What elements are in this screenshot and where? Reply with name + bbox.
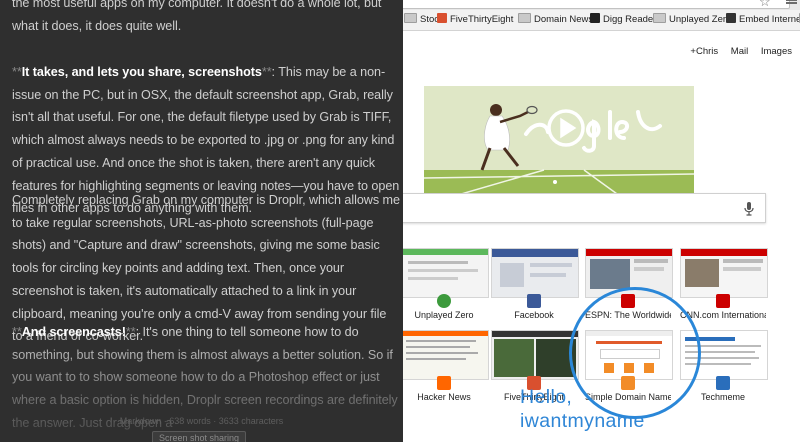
url-bar[interactable] — [403, 0, 790, 9]
most-visited-tile[interactable]: CNN.com International - B... — [680, 248, 768, 320]
tile-thumbnail — [403, 248, 489, 298]
google-top-links: +Chris Mail Images — [680, 46, 792, 57]
bookmark-unplayed-zero[interactable]: Unplayed Zero — [653, 13, 731, 27]
folder-icon — [404, 13, 417, 23]
markdown-bold-marker: ** — [125, 325, 136, 339]
microphone-icon[interactable] — [743, 201, 755, 217]
mail-link[interactable]: Mail — [731, 46, 748, 57]
markdown-bold-marker: ** — [261, 65, 272, 79]
markdown-bold-marker: ** — [12, 325, 22, 339]
annotation-text: Hello, iwantmyname — [520, 386, 645, 432]
images-link[interactable]: Images — [761, 46, 792, 57]
tile-label: Techmeme — [700, 392, 745, 402]
tile-thumbnail — [403, 330, 489, 380]
most-visited-tile[interactable]: Techmeme — [680, 330, 768, 402]
search-input[interactable] — [403, 193, 766, 223]
most-visited-tile[interactable]: ESPN: The Worldwide Lea... — [585, 248, 673, 320]
tile-label: Hacker News — [417, 392, 471, 402]
tile-label: Facebook — [514, 310, 554, 320]
tile-thumbnail — [491, 330, 579, 380]
folder-icon — [653, 13, 666, 23]
bookmark-domain-news[interactable]: Domain News — [518, 13, 593, 27]
bookmark-star-icon[interactable]: ☆ — [759, 0, 771, 10]
bold-heading: It takes, and lets you share, screenshot… — [21, 65, 262, 79]
bold-heading: And screencasts! — [21, 325, 126, 339]
tile-thumbnail — [491, 248, 579, 298]
espn-favicon — [621, 294, 635, 308]
tile-label: ESPN: The Worldwide Lea... — [585, 310, 671, 320]
most-visited-tile[interactable]: Facebook — [491, 248, 579, 320]
google-doodle[interactable] — [424, 86, 694, 199]
browser-window: ☆ Stock FiveThirtyEight Domain News Digg… — [403, 0, 800, 442]
editor-status-bar: Markdown · 638 words · 3633 characters — [119, 416, 284, 426]
share-button[interactable]: Screen shot sharing — [152, 431, 246, 442]
embed-icon — [726, 13, 736, 23]
tile-thumbnail — [585, 330, 673, 380]
editor-paragraph: the most useful apps on my computer. It … — [12, 0, 382, 33]
user-link[interactable]: +Chris — [690, 46, 718, 57]
markdown-bold-marker: ** — [12, 65, 22, 79]
tile-thumbnail — [585, 248, 673, 298]
hacker-news-favicon — [437, 376, 451, 390]
tile-thumbnail — [680, 248, 768, 298]
tile-label: CNN.com International - B... — [680, 310, 766, 320]
fox-icon — [437, 13, 447, 23]
digg-icon — [590, 13, 600, 23]
bookmark-fivethirtyeight[interactable]: FiveThirtyEight — [437, 13, 513, 27]
bookmarks-bar: Stock FiveThirtyEight Domain News Digg R… — [403, 10, 800, 31]
unplayed-zero-favicon — [437, 294, 451, 308]
tile-thumbnail — [680, 330, 768, 380]
browser-toolbar: ☆ — [403, 0, 800, 10]
cnn-favicon — [716, 294, 730, 308]
most-visited-tile[interactable]: Hacker News — [403, 330, 489, 402]
most-visited-tile[interactable]: Unplayed Zero — [403, 248, 489, 320]
markdown-editor[interactable]: the most useful apps on my computer. It … — [0, 0, 403, 442]
folder-icon — [518, 13, 531, 23]
menu-icon[interactable] — [786, 0, 797, 5]
bookmark-digg-reader[interactable]: Digg Reader — [590, 13, 656, 27]
techmeme-favicon — [716, 376, 730, 390]
facebook-favicon — [527, 294, 541, 308]
tile-label: Unplayed Zero — [414, 310, 474, 320]
bookmark-embed-internet[interactable]: Embed Internet — [726, 13, 800, 27]
